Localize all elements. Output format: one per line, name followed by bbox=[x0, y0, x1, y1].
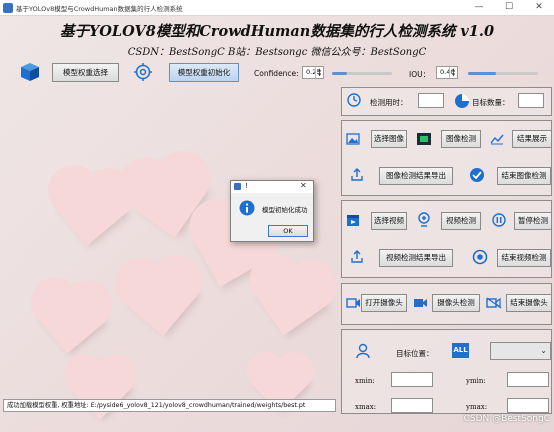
target-count-value bbox=[518, 93, 544, 108]
confidence-label: Confidence: bbox=[254, 69, 299, 78]
camera-icon bbox=[346, 298, 360, 308]
user-icon bbox=[356, 343, 370, 359]
end-video-detect-button[interactable]: 结束视频检测 bbox=[497, 249, 551, 267]
info-icon bbox=[239, 200, 255, 216]
webcam-icon bbox=[418, 212, 430, 227]
spin-arrows-icon[interactable]: ▲ ▼ bbox=[315, 67, 323, 78]
export-video-result-button[interactable]: 视频检测结果导出 bbox=[379, 249, 453, 267]
export-icon bbox=[351, 168, 363, 181]
xmax-label: xmax: bbox=[355, 403, 377, 411]
pause-detect-button[interactable]: 暂停检测 bbox=[514, 212, 552, 230]
ymax-label: ymax: bbox=[466, 403, 488, 411]
message-dialog: ! ✕ 模型初始化成功 OK bbox=[230, 180, 314, 242]
chart-line-icon bbox=[490, 134, 504, 145]
page-title: 基于YOLOV8模型和CrowdHuman数据集的行人检测系统 v1.0 bbox=[59, 23, 495, 40]
target-position-label: 目标位置： bbox=[396, 349, 434, 358]
ok-button[interactable]: OK bbox=[268, 225, 308, 237]
close-button[interactable]: ✕ bbox=[524, 0, 554, 16]
window-title: 基于YOLOv8模型与CrowdHuman数据集的行人检测系统 bbox=[16, 5, 183, 13]
xmin-label: xmin: bbox=[355, 377, 375, 385]
model-weight-select-button[interactable]: 模型权重选择 bbox=[52, 63, 119, 82]
stop-circle-icon bbox=[472, 249, 488, 265]
pause-icon bbox=[492, 213, 506, 227]
maximize-button[interactable]: ☐ bbox=[494, 0, 524, 16]
camera-detect-button[interactable]: 摄像头检测 bbox=[432, 294, 480, 312]
detect-time-label: 检测用时： bbox=[370, 98, 408, 107]
ymin-label: ymin: bbox=[466, 377, 486, 385]
image-icon bbox=[346, 133, 360, 145]
end-image-detect-button[interactable]: 结束图像检测 bbox=[497, 167, 551, 185]
video-detect-button[interactable]: 视频检测 bbox=[441, 212, 481, 230]
dialog-message: 模型初始化成功 bbox=[262, 206, 308, 214]
detect-time-value bbox=[418, 93, 444, 108]
ymin-value bbox=[507, 372, 549, 387]
dialog-title: ! bbox=[245, 182, 248, 190]
target-select-dropdown[interactable]: ⌄ bbox=[490, 342, 551, 360]
status-bar: 成功加载模型权重, 权重地址: E:/pyside6_yolov8_121/yo… bbox=[3, 399, 336, 412]
check-circle-icon bbox=[470, 168, 484, 182]
end-camera-button[interactable]: 结束摄像头 bbox=[506, 294, 552, 312]
dialog-app-icon bbox=[234, 183, 241, 190]
select-image-button[interactable]: 选择图像 bbox=[371, 130, 407, 148]
minimize-button[interactable]: — bbox=[464, 0, 494, 16]
all-badge: ALL bbox=[452, 343, 469, 358]
image-detect-button[interactable]: 图像检测 bbox=[441, 130, 481, 148]
chevron-down-icon: ⌄ bbox=[540, 346, 547, 355]
iou-slider-fill bbox=[468, 72, 496, 75]
xmax-value bbox=[391, 398, 433, 413]
cube-icon bbox=[21, 63, 39, 81]
confidence-slider-fill bbox=[332, 72, 347, 75]
spin-arrows-icon[interactable]: ▲ ▼ bbox=[449, 67, 457, 78]
camera-off-icon bbox=[486, 297, 502, 309]
ymax-value bbox=[507, 398, 549, 413]
clock-icon bbox=[347, 93, 361, 107]
export-icon bbox=[351, 250, 363, 263]
watermark: CSDN @BestSongC bbox=[463, 414, 550, 424]
show-result-button[interactable]: 结果展示 bbox=[512, 130, 552, 148]
confidence-spinbox[interactable]: 0.25 ▲ ▼ bbox=[302, 66, 324, 79]
video-file-icon bbox=[347, 215, 359, 226]
iou-spinbox[interactable]: 0.40 ▲ ▼ bbox=[436, 66, 458, 79]
model-weight-init-button[interactable]: 模型权重初始化 bbox=[169, 63, 239, 82]
export-image-result-button[interactable]: 图像检测结果导出 bbox=[379, 167, 453, 185]
app-icon bbox=[3, 3, 13, 13]
iou-label: IOU： bbox=[409, 70, 431, 79]
target-icon bbox=[134, 63, 152, 81]
page-subtitle: CSDN：BestSongC B站：Bestsongc 微信公众号：BestSo… bbox=[127, 47, 427, 58]
xmin-value bbox=[391, 372, 433, 387]
select-video-button[interactable]: 选择视频 bbox=[371, 212, 407, 230]
video-camera-icon bbox=[414, 299, 427, 307]
image-detect-icon bbox=[417, 133, 431, 145]
target-count-label: 目标数量： bbox=[472, 98, 510, 107]
pie-chart-icon bbox=[455, 94, 469, 108]
dialog-close-button[interactable]: ✕ bbox=[300, 181, 307, 190]
open-camera-button[interactable]: 打开摄像头 bbox=[361, 294, 407, 312]
